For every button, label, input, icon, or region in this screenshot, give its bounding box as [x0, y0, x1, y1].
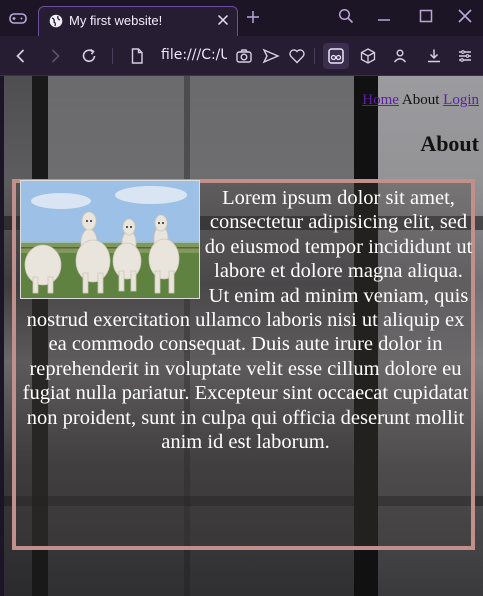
maximize-icon[interactable] — [418, 8, 434, 24]
toolbar-separator — [314, 48, 315, 64]
file-icon[interactable] — [128, 47, 146, 65]
nav-link-home[interactable]: Home — [362, 92, 399, 108]
image-float-spacer — [18, 186, 204, 308]
forward-icon[interactable] — [46, 47, 64, 65]
back-icon[interactable] — [12, 47, 30, 65]
reload-icon[interactable] — [80, 47, 98, 65]
toolbar-separator — [112, 48, 113, 64]
download-icon[interactable] — [425, 47, 443, 65]
minimize-icon[interactable] — [376, 8, 392, 24]
active-tab[interactable]: My first website! — [38, 6, 238, 36]
send-icon[interactable] — [262, 47, 280, 65]
tab-bar: My first website! — [0, 0, 483, 36]
gamepad-icon[interactable] — [8, 8, 28, 28]
plus-icon[interactable] — [246, 10, 260, 24]
site-nav: Home About Login — [362, 92, 479, 109]
profile-icon[interactable] — [391, 47, 409, 65]
close-icon[interactable] — [217, 14, 229, 26]
close-window-icon[interactable] — [457, 8, 473, 24]
page-viewport[interactable]: Home About Login About Lorem ipsum dolor… — [4, 76, 483, 596]
tab-title: My first website! — [69, 13, 163, 28]
menu-icon[interactable] — [456, 47, 474, 65]
cube-icon[interactable] — [359, 47, 377, 65]
page-heading: About — [420, 131, 479, 156]
heart-icon[interactable] — [288, 47, 306, 65]
browser-toolbar: file:///C:/Us — [0, 36, 483, 76]
reader-icon — [328, 48, 344, 64]
nav-link-login[interactable]: Login — [443, 92, 479, 108]
nav-current-about: About — [401, 92, 440, 108]
content-box: Lorem ipsum dolor sit amet, consectetur … — [12, 179, 475, 550]
about-paragraph: Lorem ipsum dolor sit amet, consectetur … — [18, 186, 473, 454]
camera-icon[interactable] — [235, 47, 253, 65]
reader-button[interactable] — [323, 43, 349, 69]
search-icon[interactable] — [338, 8, 354, 24]
globe-icon — [49, 14, 63, 28]
address-bar[interactable]: file:///C:/Us — [161, 47, 227, 63]
